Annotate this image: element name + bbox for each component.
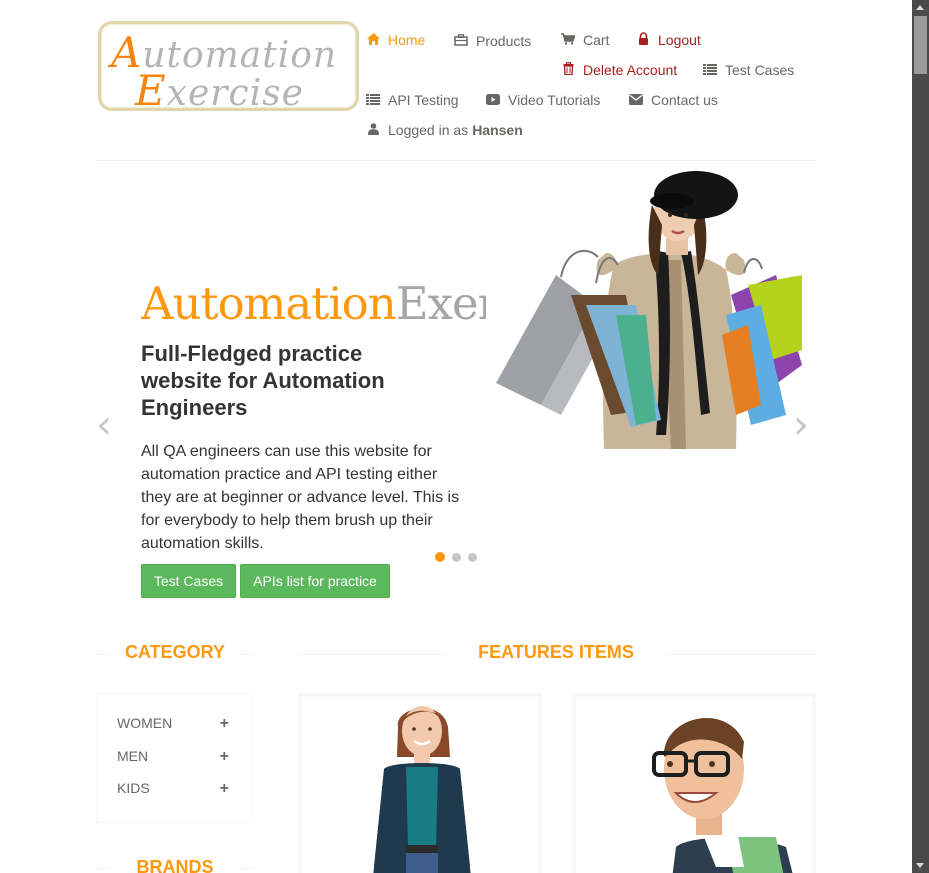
features-title-line-left bbox=[298, 654, 446, 655]
nav-delete-account-label: Delete Account bbox=[583, 62, 678, 78]
category-item-label: MEN bbox=[117, 748, 149, 764]
user-icon bbox=[366, 122, 380, 138]
slider-indicator-1[interactable] bbox=[435, 552, 445, 562]
slider-brand-title: AutomationExercise bbox=[141, 277, 486, 330]
scroll-down-arrow-icon[interactable] bbox=[916, 863, 924, 868]
lock-icon bbox=[636, 32, 650, 48]
nav-home-link[interactable]: Home bbox=[366, 32, 425, 48]
list-icon bbox=[366, 93, 380, 108]
nav-logout-link[interactable]: Logout bbox=[636, 32, 701, 48]
logo-line-2: Exercise bbox=[135, 66, 304, 115]
scrollbar-thumb[interactable] bbox=[914, 16, 927, 74]
home-icon bbox=[366, 32, 380, 48]
plus-icon[interactable]: + bbox=[220, 780, 229, 798]
nav-home-label: Home bbox=[388, 32, 426, 48]
nav-products-link[interactable]: Products bbox=[454, 33, 531, 49]
slider-prev-arrow[interactable]: ‹ bbox=[96, 405, 112, 445]
logged-in-username: Hansen bbox=[472, 122, 523, 138]
nav-cart-link[interactable]: Cart bbox=[561, 32, 609, 48]
category-item-label: KIDS bbox=[117, 780, 150, 796]
nav-test-cases-label: Test Cases bbox=[725, 62, 795, 78]
test-cases-button[interactable]: Test Cases bbox=[141, 564, 236, 598]
page-viewport: Automation Exercise Home Products Cart L… bbox=[0, 0, 912, 873]
features-title: FEATURES ITEMS bbox=[478, 642, 634, 662]
nav-api-testing-label: API Testing bbox=[388, 92, 459, 108]
vertical-scrollbar[interactable] bbox=[912, 0, 929, 873]
logged-in-status: Logged in as Hansen bbox=[366, 122, 523, 138]
nav-api-testing-link[interactable]: API Testing bbox=[366, 92, 459, 108]
youtube-play-icon bbox=[486, 93, 500, 108]
hero-shopping-girl-image bbox=[496, 171, 802, 449]
product-card bbox=[298, 693, 542, 873]
nav-contact-us-label: Contact us bbox=[651, 92, 718, 108]
apis-list-button[interactable]: APIs list for practice bbox=[240, 564, 390, 598]
slider-next-arrow[interactable]: › bbox=[793, 405, 809, 445]
logged-in-prefix: Logged in as bbox=[388, 122, 469, 138]
category-item-kids[interactable]: KIDS + bbox=[117, 780, 229, 798]
nav-delete-account-link[interactable]: Delete Account bbox=[561, 61, 678, 78]
category-title-line-left bbox=[96, 654, 110, 655]
nav-video-tutorials-link[interactable]: Video Tutorials bbox=[486, 92, 600, 108]
category-panel: WOMEN + MEN + KIDS + bbox=[96, 693, 254, 823]
category-title-line-right bbox=[240, 654, 254, 655]
trash-icon bbox=[561, 61, 575, 78]
list-icon bbox=[703, 63, 717, 78]
brands-title: BRANDS bbox=[136, 857, 214, 873]
brands-title-line-right bbox=[240, 868, 254, 869]
cart-icon bbox=[561, 32, 576, 48]
slider-heading: Full-Fledged practice website for Automa… bbox=[141, 341, 385, 420]
slider-indicator-2[interactable] bbox=[452, 553, 461, 562]
nav-video-tutorials-label: Video Tutorials bbox=[508, 92, 601, 108]
nav-logout-label: Logout bbox=[658, 32, 701, 48]
products-icon bbox=[454, 33, 468, 49]
product-image-man bbox=[576, 697, 812, 873]
features-title-line-right bbox=[666, 654, 816, 655]
category-item-men[interactable]: MEN + bbox=[117, 748, 229, 766]
category-item-women[interactable]: WOMEN + bbox=[117, 715, 229, 733]
nav-products-label: Products bbox=[476, 33, 532, 49]
nav-test-cases-link[interactable]: Test Cases bbox=[703, 62, 794, 78]
nav-cart-label: Cart bbox=[583, 32, 610, 48]
category-title: CATEGORY bbox=[124, 642, 225, 662]
scroll-up-arrow-icon[interactable] bbox=[916, 5, 924, 10]
brands-title-line-left bbox=[96, 868, 110, 869]
product-card bbox=[572, 693, 816, 873]
slider-indicator-3[interactable] bbox=[468, 553, 477, 562]
site-logo[interactable]: Automation Exercise bbox=[98, 21, 359, 115]
product-image-woman bbox=[302, 697, 538, 873]
envelope-icon bbox=[629, 93, 643, 108]
nav-contact-us-link[interactable]: Contact us bbox=[629, 92, 718, 108]
header-divider bbox=[96, 160, 816, 161]
category-item-label: WOMEN bbox=[117, 715, 173, 731]
plus-icon[interactable]: + bbox=[220, 748, 229, 766]
plus-icon[interactable]: + bbox=[220, 715, 229, 733]
slider-description: All QA engineers can use this website fo… bbox=[141, 443, 460, 552]
